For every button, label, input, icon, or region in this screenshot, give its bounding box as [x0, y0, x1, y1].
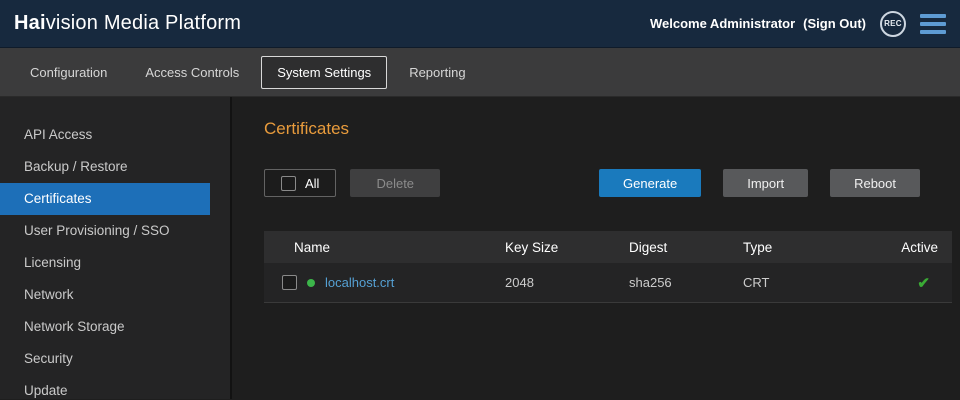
certificate-link[interactable]: localhost.crt [325, 275, 394, 290]
reboot-button[interactable]: Reboot [830, 169, 920, 197]
brand-bold: Hai [14, 12, 46, 34]
top-bar: Haivision Media Platform Welcome Adminis… [0, 0, 960, 48]
table-row: localhost.crt 2048 sha256 CRT ✔ [264, 263, 952, 303]
header-active: Active [862, 240, 952, 255]
cert-active-cell: ✔ [862, 274, 952, 292]
sidebar-item-licensing[interactable]: Licensing [0, 247, 230, 279]
header-name: Name [264, 240, 505, 255]
header-key-size: Key Size [505, 240, 629, 255]
sidebar-item-network-storage[interactable]: Network Storage [0, 311, 230, 343]
brand-logo: Haivision Media Platform [14, 12, 241, 35]
table-header-row: Name Key Size Digest Type Active [264, 231, 952, 263]
nav-bar: Configuration Access Controls System Set… [0, 48, 960, 97]
page-title: Certificates [264, 119, 952, 139]
main-layout: API Access Backup / Restore Certificates… [0, 97, 960, 399]
menu-icon[interactable] [920, 12, 946, 36]
sidebar: API Access Backup / Restore Certificates… [0, 97, 232, 399]
cert-digest: sha256 [629, 275, 743, 290]
select-all-label: All [305, 176, 319, 191]
main-content: Certificates All Delete Generate Import … [232, 97, 960, 399]
tab-configuration[interactable]: Configuration [14, 56, 123, 89]
header-digest: Digest [629, 240, 743, 255]
sidebar-item-api-access[interactable]: API Access [0, 119, 230, 151]
cert-key-size: 2048 [505, 275, 629, 290]
cert-name-cell: localhost.crt [264, 275, 505, 290]
cert-type: CRT [743, 275, 862, 290]
row-checkbox[interactable] [282, 275, 297, 290]
select-all-checkbox[interactable] [281, 176, 296, 191]
delete-button[interactable]: Delete [350, 169, 440, 197]
header-actions: Welcome Administrator (Sign Out) REC [650, 11, 946, 37]
status-dot-icon [307, 279, 315, 287]
header-type: Type [743, 240, 862, 255]
sidebar-item-certificates[interactable]: Certificates [0, 183, 210, 215]
import-button[interactable]: Import [723, 169, 808, 197]
sign-out-link[interactable]: (Sign Out) [803, 16, 866, 31]
sidebar-item-user-provisioning[interactable]: User Provisioning / SSO [0, 215, 230, 247]
brand-rest: vision Media Platform [46, 12, 241, 34]
welcome-text: Welcome Administrator [650, 16, 795, 31]
sidebar-item-security[interactable]: Security [0, 343, 230, 375]
sidebar-item-update[interactable]: Update [0, 375, 230, 399]
tab-reporting[interactable]: Reporting [393, 56, 481, 89]
certificates-table: Name Key Size Digest Type Active localho… [264, 231, 952, 303]
generate-button[interactable]: Generate [599, 169, 701, 197]
tab-access-controls[interactable]: Access Controls [129, 56, 255, 89]
rec-badge[interactable]: REC [880, 11, 906, 37]
active-check-icon: ✔ [917, 275, 938, 292]
tab-system-settings[interactable]: System Settings [261, 56, 387, 89]
select-all-button[interactable]: All [264, 169, 336, 197]
toolbar: All Delete Generate Import Reboot [264, 169, 952, 197]
sidebar-item-network[interactable]: Network [0, 279, 230, 311]
sidebar-item-backup-restore[interactable]: Backup / Restore [0, 151, 230, 183]
